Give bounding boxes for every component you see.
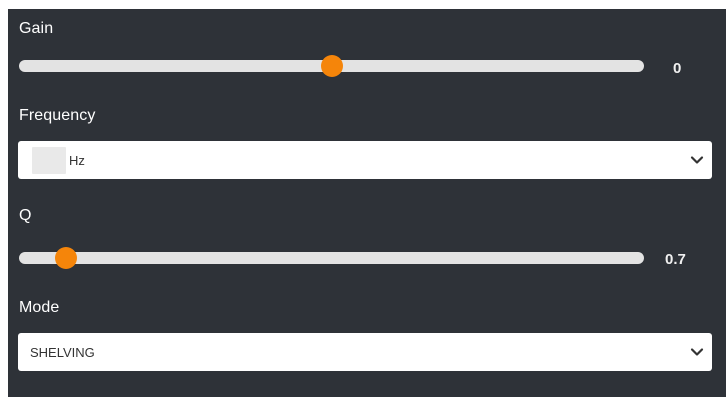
q-slider[interactable] bbox=[19, 247, 644, 269]
q-value: 0.7 bbox=[665, 251, 686, 268]
mode-dropdown[interactable]: SHELVING bbox=[18, 333, 712, 371]
filter-settings-panel: Gain 0 Frequency Hz Q 0.7 Mode SHELVING bbox=[8, 9, 726, 397]
gain-label: Gain bbox=[19, 20, 54, 37]
mode-label: Mode bbox=[19, 299, 60, 316]
gain-value: 0 bbox=[673, 60, 682, 77]
chevron-down-icon[interactable] bbox=[690, 345, 704, 359]
gain-slider[interactable] bbox=[19, 55, 644, 77]
mode-selected-value: SHELVING bbox=[30, 345, 95, 360]
gain-slider-thumb[interactable] bbox=[320, 55, 343, 77]
frequency-label: Frequency bbox=[19, 107, 96, 124]
q-slider-thumb[interactable] bbox=[54, 247, 77, 269]
frequency-unit: Hz bbox=[69, 153, 85, 168]
q-label: Q bbox=[19, 207, 32, 224]
frequency-dropdown[interactable]: Hz bbox=[18, 141, 712, 179]
frequency-input[interactable] bbox=[32, 147, 66, 174]
chevron-down-icon[interactable] bbox=[690, 153, 704, 167]
